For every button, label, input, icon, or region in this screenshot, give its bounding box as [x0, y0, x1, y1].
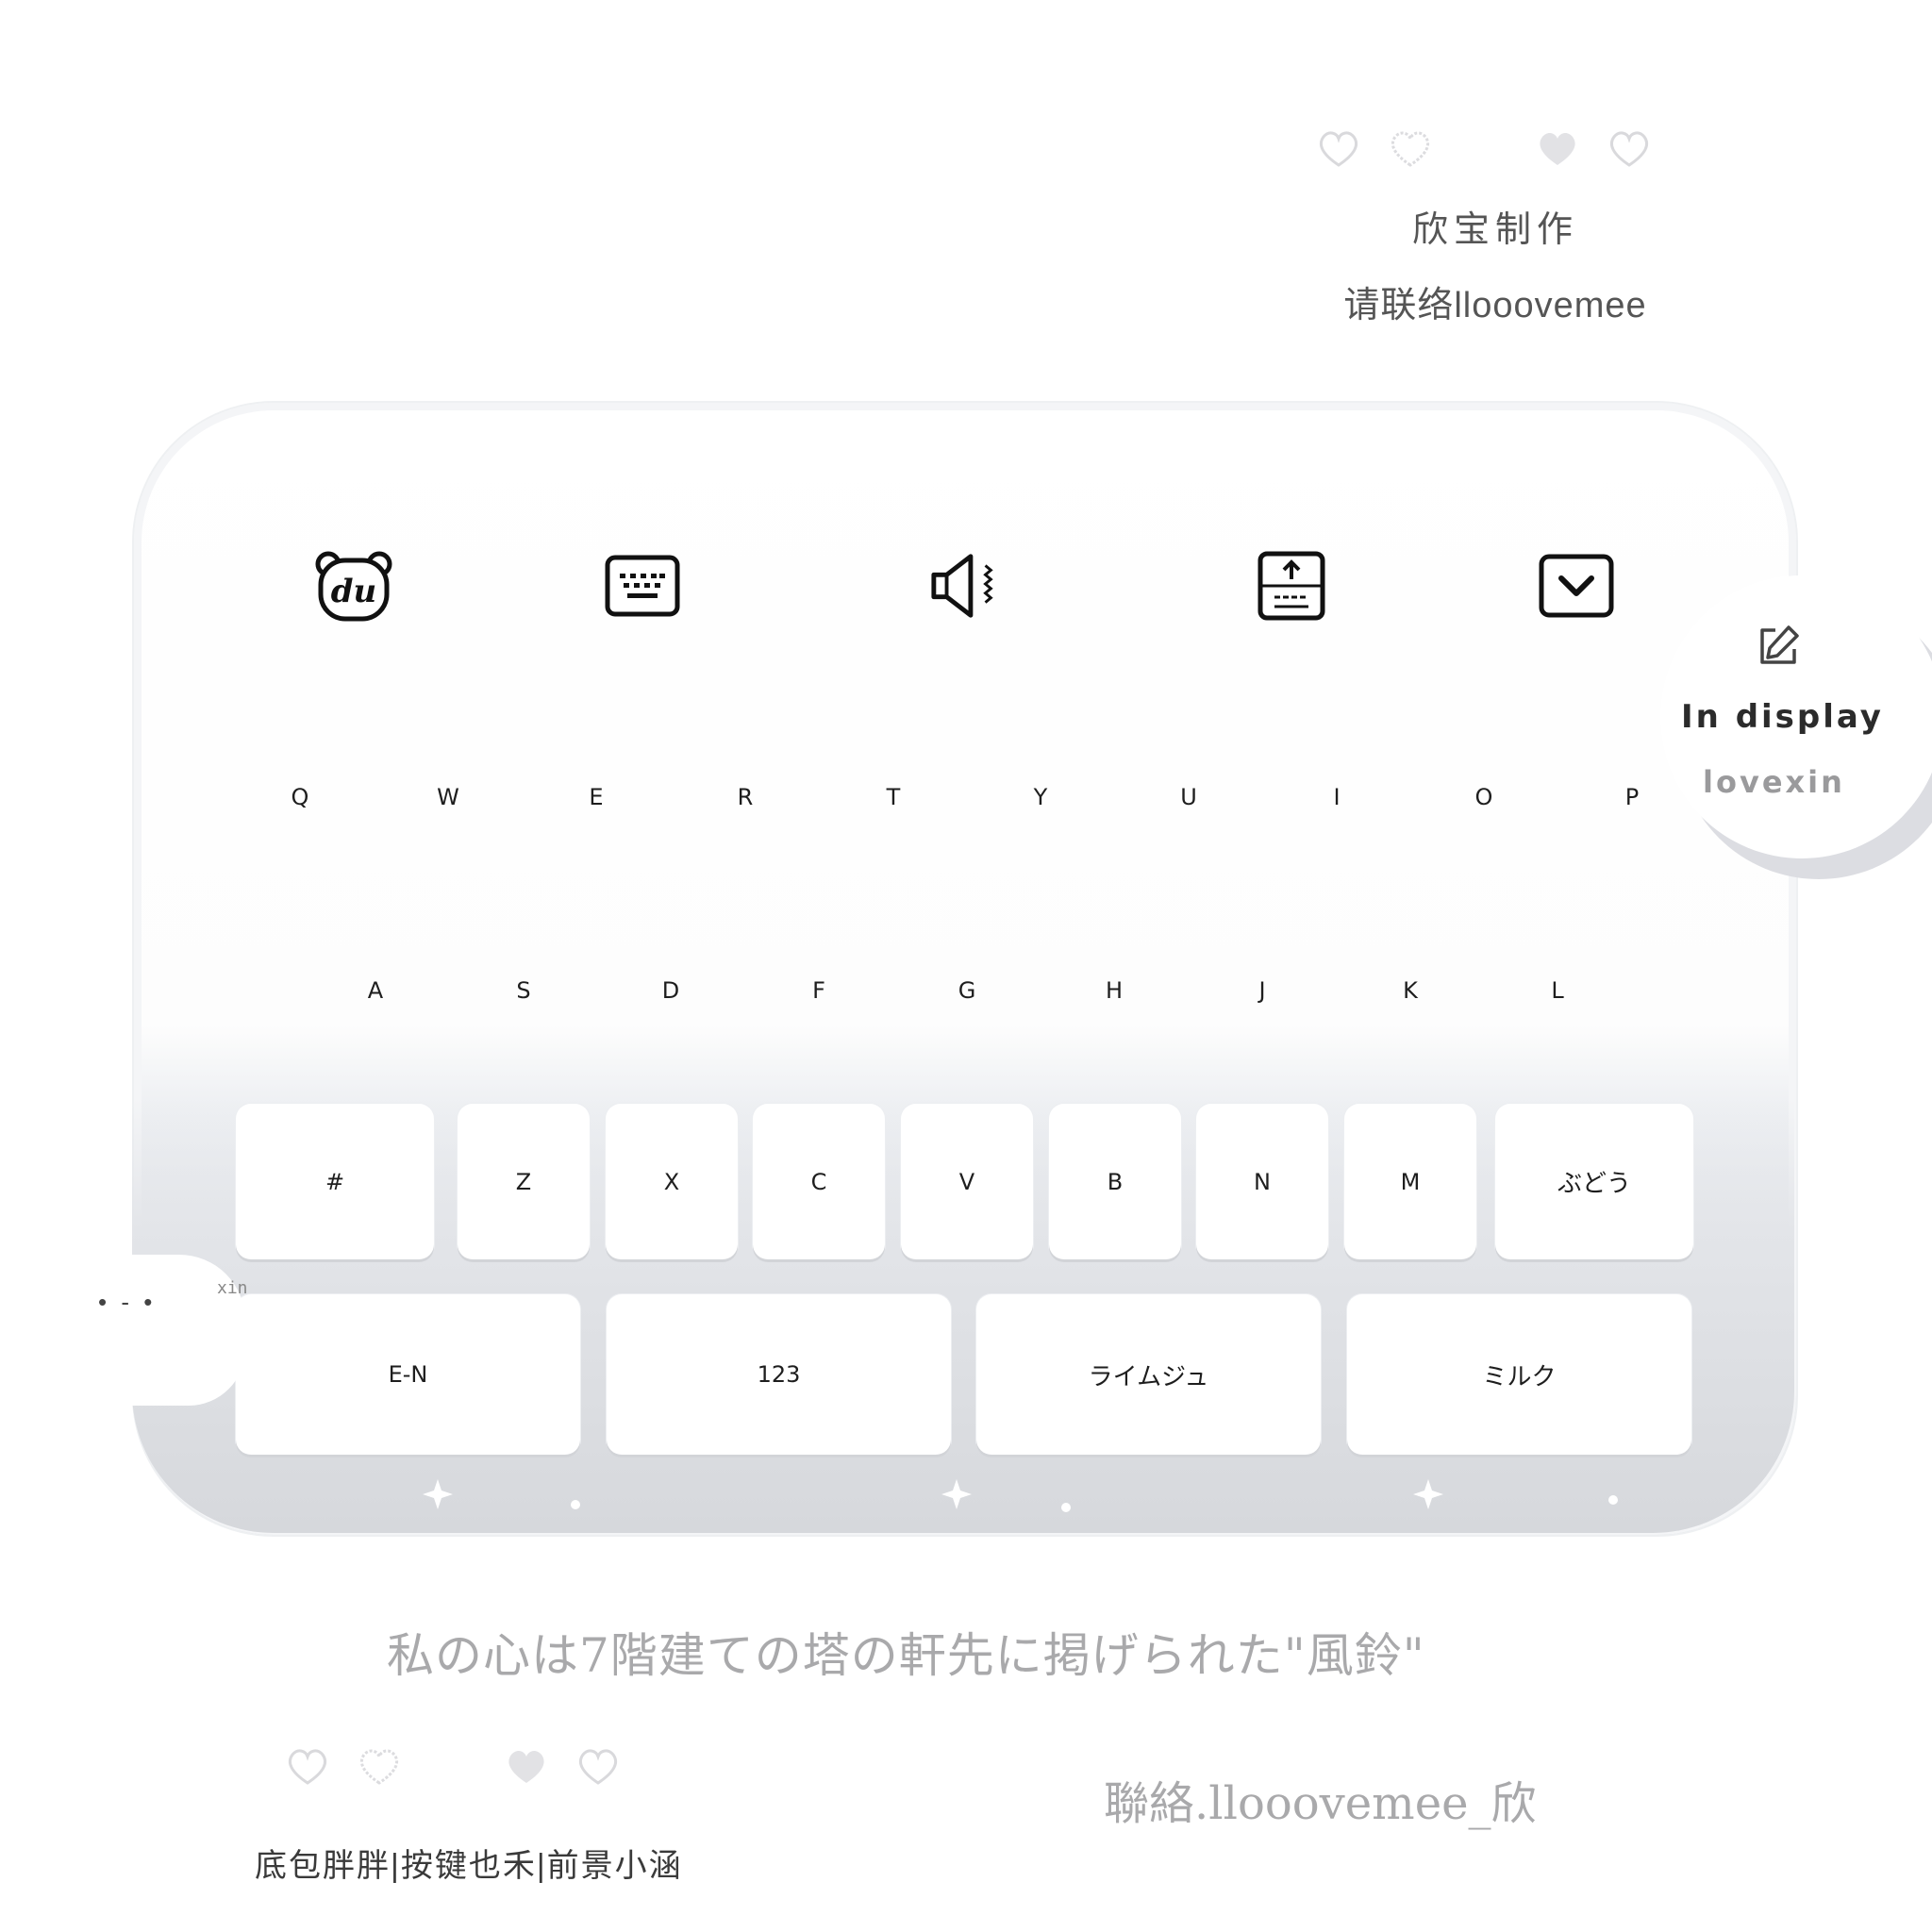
key-budou[interactable]: ぶどう — [1495, 1104, 1693, 1259]
hearts-top — [1316, 127, 1652, 169]
key-limejuice[interactable]: ライムジュ — [976, 1294, 1321, 1455]
key-i[interactable]: I — [1290, 769, 1384, 825]
heart-outline-icon — [578, 1749, 618, 1785]
maker-credit: 欣宝制作 — [1411, 210, 1578, 250]
key-k[interactable]: K — [1363, 962, 1457, 1019]
key-a[interactable]: A — [328, 962, 423, 1019]
key-numbers[interactable]: 123 — [607, 1294, 951, 1455]
footer-credits: 底包胖胖|按键也禾|前景小涵 — [255, 1848, 683, 1884]
key-milk[interactable]: ミルク — [1347, 1294, 1691, 1455]
display-sublabel: lovexin — [1703, 764, 1845, 800]
key-s[interactable]: S — [476, 962, 571, 1019]
hearts-bottom — [285, 1745, 621, 1787]
key-n[interactable]: N — [1196, 1104, 1328, 1259]
speaker-icon[interactable] — [928, 547, 1006, 625]
key-p[interactable]: P — [1585, 769, 1679, 825]
key-z[interactable]: Z — [458, 1104, 590, 1259]
cloud-decoration — [57, 1255, 245, 1406]
display-label: In display — [1681, 698, 1884, 736]
heart-outline-icon — [1609, 131, 1649, 167]
key-d[interactable]: D — [624, 962, 718, 1019]
heart-hatched-icon — [508, 1750, 544, 1783]
cloud-face: • - • — [98, 1288, 157, 1316]
key-v[interactable]: V — [901, 1104, 1033, 1259]
footer-contact: 聯絡.llooovemee_欣 — [1104, 1777, 1537, 1830]
key-u[interactable]: U — [1141, 769, 1236, 825]
keyboard-icon[interactable] — [604, 547, 681, 625]
sparkle-decoration — [423, 1479, 1618, 1512]
collapse-chevron-icon[interactable] — [1538, 547, 1615, 625]
key-m[interactable]: M — [1344, 1104, 1476, 1259]
key-j[interactable]: J — [1215, 962, 1309, 1019]
xin-tag: xin — [217, 1278, 248, 1298]
quote-line: 私の心は7階建ての塔の軒先に掲げられた"風鈴" — [387, 1628, 1425, 1683]
key-g[interactable]: G — [920, 962, 1014, 1019]
key-l[interactable]: L — [1510, 962, 1605, 1019]
key-y[interactable]: Y — [993, 769, 1088, 825]
key-e[interactable]: E — [549, 769, 643, 825]
heart-hatched-icon — [1540, 132, 1575, 165]
key-b[interactable]: B — [1049, 1104, 1181, 1259]
heart-outline-icon — [1319, 131, 1358, 167]
contact-credit: 请联络llooovemee — [1343, 286, 1647, 325]
svg-text:du: du — [331, 573, 377, 610]
heart-outline-icon — [359, 1749, 399, 1785]
key-c[interactable]: C — [753, 1104, 885, 1259]
key-x[interactable]: X — [606, 1104, 738, 1259]
heart-outline-icon — [1391, 131, 1430, 167]
key-f[interactable]: F — [772, 962, 866, 1019]
heart-outline-icon — [288, 1749, 327, 1785]
edit-icon[interactable] — [1755, 623, 1802, 670]
key-hash[interactable]: # — [236, 1104, 434, 1259]
key-o[interactable]: O — [1437, 769, 1531, 825]
key-language-switch[interactable]: E-N — [236, 1294, 580, 1455]
key-r[interactable]: R — [698, 769, 792, 825]
upload-panel-icon[interactable] — [1253, 547, 1330, 625]
key-w[interactable]: W — [401, 769, 495, 825]
key-t[interactable]: T — [846, 769, 941, 825]
key-h[interactable]: H — [1067, 962, 1161, 1019]
key-q[interactable]: Q — [253, 769, 347, 825]
du-bear-icon[interactable]: du — [315, 547, 392, 625]
